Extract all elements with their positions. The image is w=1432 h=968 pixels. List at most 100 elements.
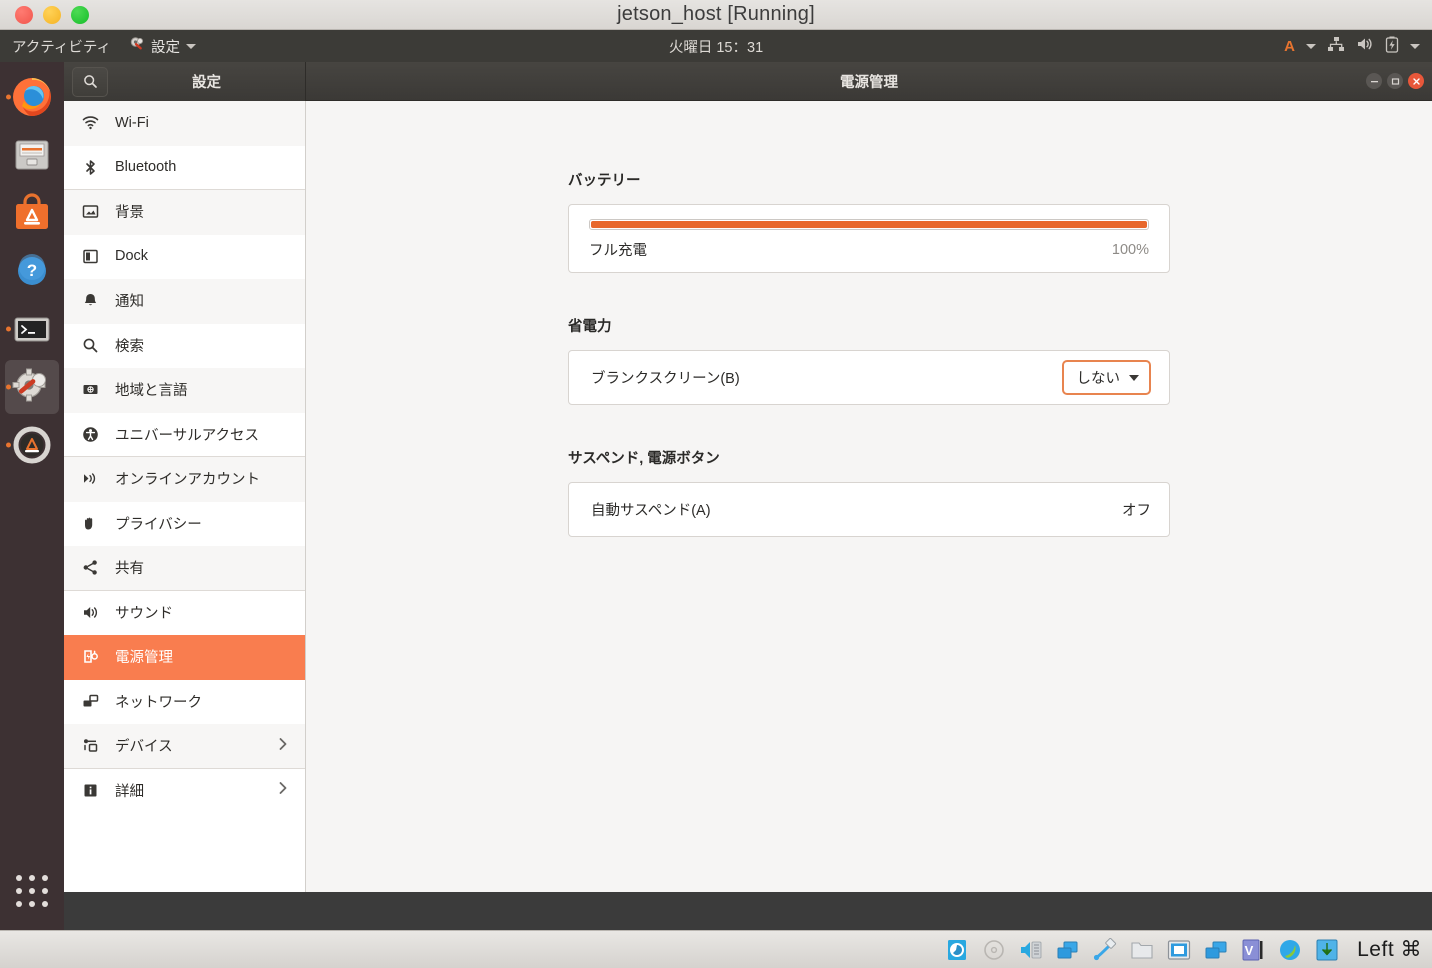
svg-text:?: ? — [27, 261, 37, 280]
sidebar-item-online-accounts[interactable]: オンラインアカウント — [64, 457, 305, 502]
terminal-icon — [10, 307, 54, 351]
dock-item-firefox[interactable] — [5, 70, 59, 124]
help-icon: ? — [10, 249, 54, 293]
dock-item-terminal[interactable] — [5, 302, 59, 356]
auto-suspend-row[interactable]: 自動サスペンド(A) オフ — [569, 483, 1169, 536]
dock-icon — [82, 248, 99, 265]
sidebar-item-sharing[interactable]: 共有 — [64, 546, 305, 591]
audio-icon[interactable] — [1018, 938, 1044, 962]
input-source-chevron-down-icon[interactable] — [1306, 43, 1316, 49]
vm-window-title: jetson_host [Running] — [617, 3, 815, 25]
sidebar-item-label: ユニバーサルアクセス — [115, 427, 259, 444]
usb-icon[interactable] — [1092, 937, 1118, 962]
grid-dot — [29, 875, 35, 881]
settings-headerbar: 設定 電源管理 — [64, 62, 1432, 101]
details-icon — [82, 782, 99, 799]
bell-icon — [82, 292, 99, 309]
sidebar-item-details[interactable]: 詳細 — [64, 769, 305, 814]
sidebar-item-universal-access[interactable]: ユニバーサルアクセス — [64, 413, 305, 457]
optical-disk-icon[interactable] — [981, 938, 1007, 962]
blank-screen-row[interactable]: ブランクスクリーン(B) しない — [569, 351, 1169, 404]
devices-icon — [82, 737, 99, 754]
clock[interactable]: 火曜日 15：31 — [0, 36, 1432, 57]
power-icon — [82, 648, 99, 665]
sidebar-item-search[interactable]: 検索 — [64, 324, 305, 369]
sidebar-item-label: 通知 — [115, 294, 144, 311]
sidebar-item-notifications[interactable]: 通知 — [64, 279, 305, 324]
sidebar-item-label: プライバシー — [115, 516, 202, 533]
sidebar-item-label: 地域と言語 — [115, 383, 188, 400]
auto-suspend-label: 自動サスペンド(A) — [591, 503, 711, 519]
grid-dot — [16, 901, 22, 907]
blank-screen-dropdown[interactable]: しない — [1061, 360, 1151, 395]
firefox-icon — [10, 75, 54, 119]
network-icon — [1327, 36, 1345, 56]
system-indicators[interactable]: A — [1284, 36, 1432, 57]
power-saving-card: ブランクスクリーン(B) しない — [568, 350, 1170, 405]
auto-suspend-value[interactable]: オフ — [1122, 499, 1151, 520]
sidebar-item-wifi[interactable]: Wi-Fi — [64, 101, 305, 146]
input-source-indicator[interactable]: A — [1284, 38, 1295, 55]
sidebar-item-dock[interactable]: Dock — [64, 235, 305, 280]
hard-disk-icon[interactable] — [944, 938, 970, 962]
suspend-card: 自動サスペンド(A) オフ — [568, 482, 1170, 537]
sidebar-item-bluetooth[interactable]: Bluetooth — [64, 146, 305, 190]
power-settings-panel: バッテリー フル充電 100% 省電力 ブランクスクリーン(B) しない サスペ… — [306, 101, 1432, 892]
battery-section-title: バッテリー — [568, 173, 641, 189]
bluetooth-icon — [82, 159, 99, 176]
battery-charging-icon — [1385, 36, 1399, 57]
show-applications-button[interactable] — [5, 864, 59, 918]
display-icon[interactable] — [1166, 938, 1192, 962]
running-indicator-dot — [6, 94, 11, 100]
sidebar-item-label: 共有 — [115, 561, 144, 578]
dock-item-software-updater[interactable] — [5, 418, 59, 472]
sidebar-item-devices[interactable]: デバイス — [64, 724, 305, 769]
sidebar-title: 設定 — [192, 75, 221, 91]
virtualbox-logo-icon[interactable]: V — [1240, 938, 1266, 962]
close-window-button[interactable] — [15, 5, 33, 24]
system-menu-chevron-down-icon[interactable] — [1410, 43, 1420, 49]
sidebar-item-region-language[interactable]: 地域と言語 — [64, 368, 305, 413]
search-button[interactable] — [72, 66, 108, 97]
accessibility-icon — [82, 426, 99, 443]
shared-folder-icon[interactable] — [1129, 938, 1155, 962]
dock-item-files[interactable] — [5, 128, 59, 182]
dock-item-ubuntu-software[interactable] — [5, 186, 59, 240]
recording-icon[interactable] — [1203, 938, 1229, 962]
svg-text:V: V — [1245, 943, 1254, 958]
maximize-button[interactable] — [1387, 73, 1403, 89]
close-button[interactable] — [1408, 73, 1424, 89]
background-icon — [82, 203, 99, 220]
battery-level-bar — [589, 219, 1149, 230]
grid-dot — [16, 875, 22, 881]
sidebar-item-sound[interactable]: サウンド — [64, 591, 305, 636]
grid-dot — [42, 888, 48, 894]
network-icon[interactable] — [1055, 938, 1081, 962]
privacy-hand-icon — [82, 515, 99, 532]
file-manager-icon — [10, 133, 54, 177]
minimize-window-button[interactable] — [43, 5, 61, 24]
minimize-button[interactable] — [1366, 73, 1382, 89]
grid-dot — [29, 888, 35, 894]
window-controls — [1366, 73, 1424, 89]
dock-item-settings[interactable] — [5, 360, 59, 414]
vbox-globe-icon[interactable] — [1277, 938, 1303, 962]
sidebar-item-background[interactable]: 背景 — [64, 190, 305, 235]
maximize-window-button[interactable] — [71, 5, 89, 24]
page-headerbar: 電源管理 — [306, 62, 1432, 101]
dock-item-help[interactable]: ? — [5, 244, 59, 298]
updates-icon[interactable] — [1314, 938, 1340, 962]
activities-button[interactable]: アクティビティ — [12, 36, 111, 57]
sidebar-item-privacy[interactable]: プライバシー — [64, 502, 305, 547]
chevron-down-icon — [186, 43, 197, 49]
sidebar-item-label: オンラインアカウント — [115, 472, 260, 489]
gnome-top-bar: アクティビティ 設定 火曜日 15：31 A — [0, 30, 1432, 62]
settings-gear-wrench-icon — [10, 365, 54, 409]
sidebar-item-power[interactable]: 電源管理 — [64, 635, 305, 680]
sidebar-item-network[interactable]: ネットワーク — [64, 680, 305, 725]
battery-level-fill — [591, 221, 1147, 228]
app-menu-button[interactable]: 設定 — [129, 36, 197, 57]
sidebar-item-label: Wi-Fi — [115, 114, 149, 131]
sidebar-item-label: ネットワーク — [115, 694, 202, 711]
